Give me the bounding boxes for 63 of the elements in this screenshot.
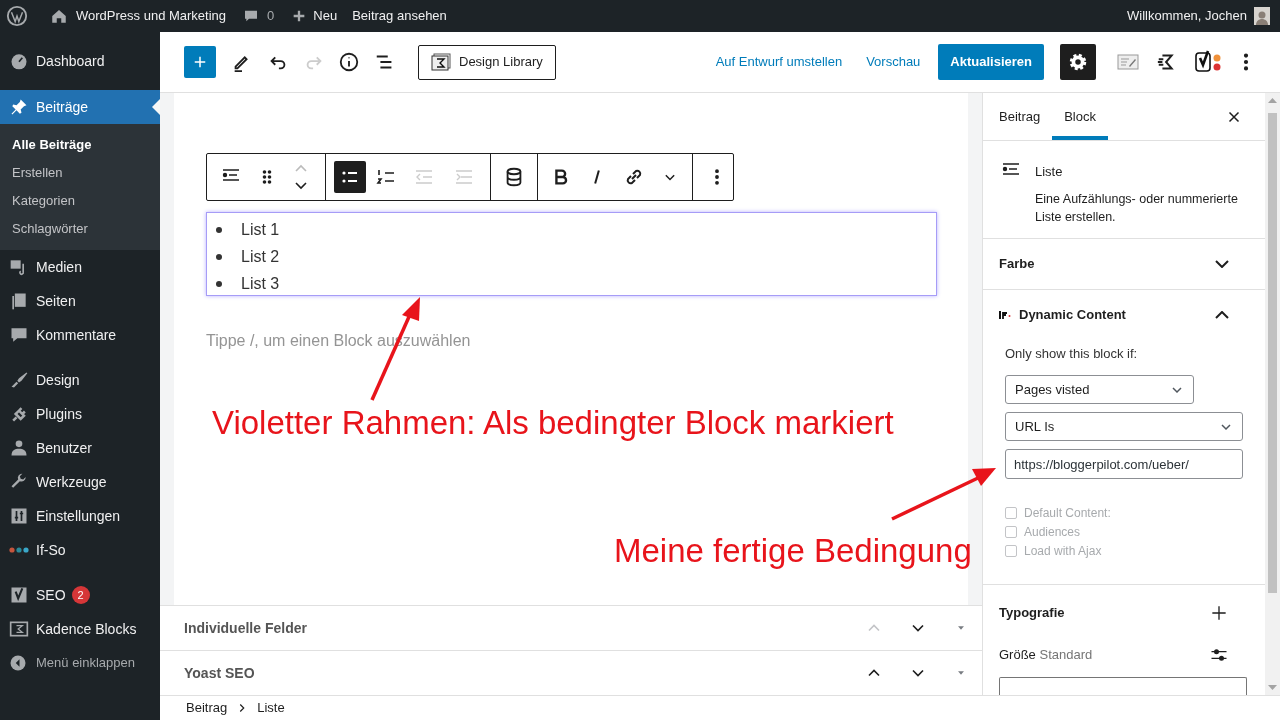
sidebar-menu-item[interactable]: Werkzeuge [0, 465, 160, 499]
sidebar-menu-item[interactable]: SEO 2 [0, 578, 160, 612]
sidebar-menu-item[interactable]: If-So [0, 533, 160, 567]
meta-box-title: Individuelle Felder [184, 618, 308, 638]
switch-to-draft-link[interactable]: Auf Entwurf umstellen [715, 52, 843, 72]
new-link[interactable]: Neu [313, 6, 338, 26]
sidebar-menu-item[interactable]: Benutzer [0, 431, 160, 465]
list-item-text: List 2 [241, 246, 280, 267]
panel-toggle[interactable]: Dynamic Content [983, 289, 1265, 340]
panel-toggle[interactable]: Farbe [983, 238, 1265, 289]
sidebar-menu-item[interactable]: Plugins [0, 397, 160, 431]
sidebar-menu-item[interactable]: Seiten [0, 284, 160, 318]
submenu-item[interactable]: Alle Beiträge [0, 131, 160, 159]
view-post-link[interactable]: Beitrag ansehen [352, 6, 447, 26]
collapse-menu-link[interactable]: Menü einklappen [36, 653, 136, 673]
annotation-text: Violetter Rahmen: Als bedingter Block markiert [212, 403, 894, 443]
design-library-button[interactable]: Design Library [418, 44, 556, 80]
menu-label: Benutzer [36, 438, 93, 458]
block-description: Eine Aufzählungs- oder nummerierte Liste erstellen. [1035, 190, 1239, 226]
menu-label: Beiträge [36, 97, 89, 117]
sidebar-menu-item[interactable]: Einstellungen [0, 499, 160, 533]
submenu-item[interactable]: Kategorien [0, 187, 160, 215]
sidebar-menu-item[interactable]: Beiträge [0, 90, 160, 124]
comment-count[interactable]: 0 [267, 6, 275, 26]
menu-label: Kadence Blocks [36, 619, 137, 639]
sidebar-menu-item[interactable]: Kadence Blocks [0, 612, 160, 646]
field-label: Only show this block if: [1005, 344, 1139, 363]
menu-label: Dashboard [36, 51, 105, 71]
url-input-field[interactable]: https://bloggerpilot.com/ueber/ [1005, 449, 1243, 479]
menu-label: Plugins [36, 404, 82, 424]
sidebar-menu-item[interactable]: Kommentare [0, 318, 160, 352]
annotation-text: Meine fertige Bedingung [614, 531, 972, 571]
menu-label: Design [36, 370, 80, 390]
breadcrumb-link[interactable]: Beitrag [186, 698, 228, 718]
menu-label: SEO [36, 585, 66, 605]
panel-title: Typografie [999, 604, 1066, 623]
sidebar-menu-item[interactable]: Dashboard [0, 44, 160, 78]
update-button[interactable]: Aktualisieren [938, 44, 1044, 80]
menu-label: Einstellungen [36, 506, 121, 526]
list-item-text: List 1 [241, 219, 280, 240]
sidebar-menu-item[interactable]: Design [0, 363, 160, 397]
sidebar-tab[interactable]: Beitrag [987, 93, 1053, 140]
submenu-item[interactable]: Schlagwörter [0, 215, 160, 243]
menu-label: Werkzeuge [36, 472, 107, 492]
block-title: Liste [1035, 163, 1064, 181]
submenu-item[interactable]: Erstellen [0, 159, 160, 187]
notification-badge: 2 [71, 586, 90, 604]
site-title-link[interactable]: WordPress und Marketing [76, 6, 227, 26]
menu-label: Kommentare [36, 325, 117, 345]
list-block[interactable]: List 1 List 2 List 3 [206, 212, 937, 296]
meta-box-title: Yoast SEO [184, 663, 256, 683]
greeting-link[interactable]: Willkommen, Jochen [1127, 6, 1247, 26]
sidebar-menu-item[interactable]: Medien [0, 250, 160, 284]
menu-label: Medien [36, 257, 82, 277]
breadcrumb-link[interactable]: Liste [257, 698, 285, 718]
menu-label: Seiten [36, 291, 76, 311]
preview-link[interactable]: Vorschau [866, 52, 921, 72]
font-size-label: Größe Standard [999, 646, 1094, 665]
sidebar-tab[interactable]: Block [1052, 93, 1108, 140]
condition-select[interactable]: URL Is [1005, 412, 1243, 441]
condition-select[interactable]: Pages visted [1005, 375, 1194, 404]
list-item-text: List 3 [241, 273, 280, 294]
menu-label: If-So [36, 540, 66, 560]
